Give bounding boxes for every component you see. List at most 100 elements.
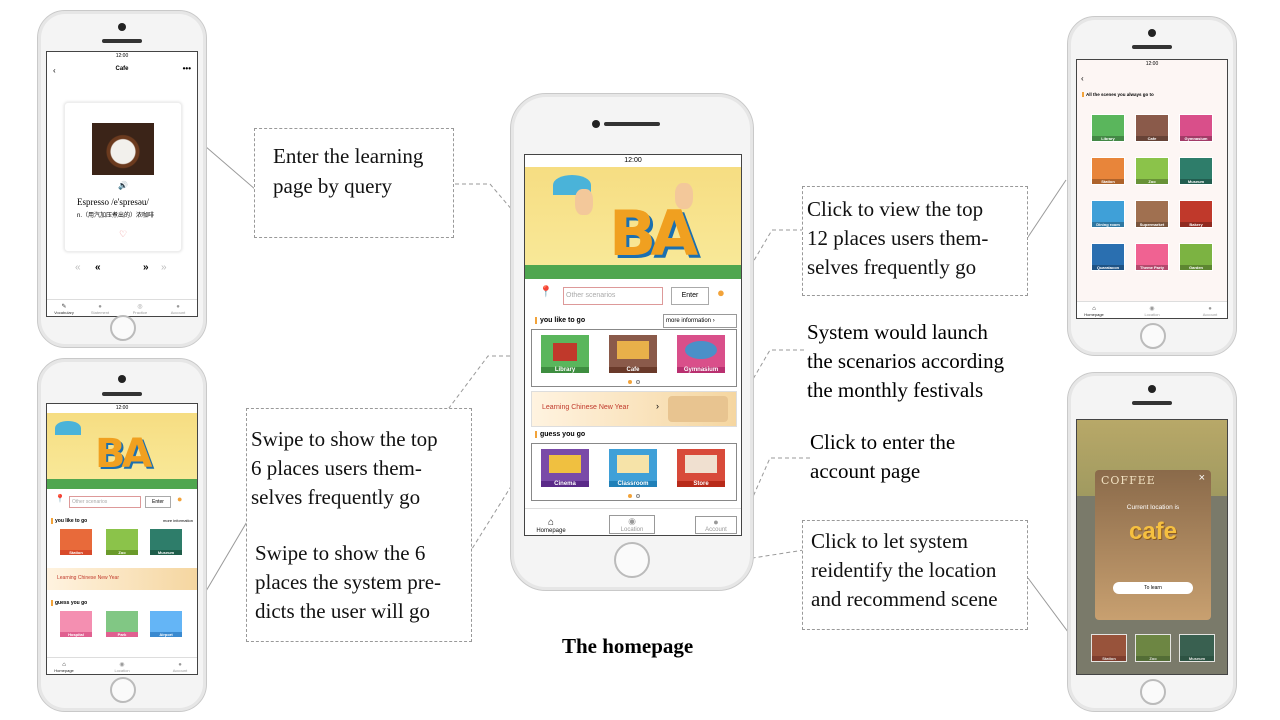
alt-home-screen: 12:00 BA 📍 Other scenarios Enter ● you l… [46,403,198,675]
scene-tile-gymnasium[interactable]: Gymnasium [1179,114,1213,142]
scene-tile-quaratacon[interactable]: Quaratacon [1091,243,1125,271]
heart-icon[interactable]: ♡ [65,229,181,240]
scene-label: Park [106,632,138,637]
scene-tile-park[interactable]: Park [105,610,139,638]
enter-button[interactable]: Enter [671,287,709,305]
search-input[interactable]: Other scenarios [69,496,141,508]
scene-tile-museum[interactable]: Museum [1179,634,1215,662]
tab-statement[interactable]: ● Statement [85,304,115,315]
home-button[interactable] [1140,679,1166,705]
carousel-dot[interactable] [636,380,640,384]
home-button[interactable] [110,315,136,341]
figure-caption: The homepage [562,634,694,658]
scene-label: Gymnasium [677,367,725,373]
festival-banner[interactable]: Learning Chinese New Year [47,568,197,590]
callout-line: Click to enter the [810,430,956,454]
scene-tile-cinema[interactable]: Cinema [540,448,590,488]
umbrella-icon [55,421,81,435]
tab-account[interactable]: ● Account [163,304,193,315]
section2-carousel[interactable]: Cinema Classroom Store [531,443,737,501]
scene-tile-zoo[interactable]: Zoo [1135,634,1171,662]
account-icon[interactable]: ● [177,494,182,504]
more-info-link[interactable]: more information [163,518,193,523]
to-learn-button[interactable]: To learn [1113,582,1193,594]
home-button[interactable] [110,677,136,703]
back-icon[interactable]: ‹ [1081,74,1084,83]
status-bar: 12:00 [1145,61,1159,67]
section1-carousel[interactable]: Library Cafe Gymnasium [531,329,737,387]
tab-account[interactable]: ● Account [165,662,195,673]
location-pin-icon[interactable]: 📍 [55,494,65,503]
scene-tile-zoo[interactable]: Zoo [105,528,139,556]
section2-title: guess you go [535,431,585,438]
tab-homepage[interactable]: ⌂ Homepage [529,517,573,534]
enter-button[interactable]: Enter [145,496,171,508]
scene-tile-station[interactable]: Station [1091,157,1125,185]
more-icon[interactable]: ••• [183,64,191,73]
more-info-link[interactable]: more information › [663,314,737,328]
festival-banner[interactable]: Learning Chinese New Year › [531,391,737,427]
scene-tile-station[interactable]: Station [59,528,93,556]
tab-practice[interactable]: ◎ Practice [125,303,155,315]
tab-account[interactable]: ● Account [695,516,737,534]
scene-tile-cafe[interactable]: Cafe [608,334,658,374]
search-input[interactable]: Other scenarios [563,287,663,305]
scene-tile-hospital[interactable]: Hospital [59,610,93,638]
scene-tile-bakery[interactable]: Bakery [1179,200,1213,228]
speaker-icon[interactable]: 🔊 [65,181,181,190]
tab-homepage[interactable]: ⌂ Homepage [49,662,79,673]
next-icon[interactable]: » [143,262,149,273]
scene-tile-gymnasium[interactable]: Gymnasium [676,334,726,374]
close-icon[interactable]: × [1199,472,1205,484]
home-button[interactable] [614,542,650,578]
callout-reidentify: Click to let system reidentify the locati… [802,520,1028,630]
scene-tile-cafe[interactable]: Cafe [1135,114,1169,142]
home-button[interactable] [1140,323,1166,349]
scene-tile-theme-party[interactable]: Theme Party [1135,243,1169,271]
scene-tile-zoo[interactable]: Zoo [1135,157,1169,185]
practice-icon: ◎ [137,304,143,310]
carousel-dot-active[interactable] [628,380,632,384]
callout-line: Swipe to show the top [251,427,438,451]
scene-label: Station [1092,656,1126,661]
first-icon[interactable]: « [75,262,81,273]
tab-vocabulary[interactable]: ✎ Vocabulary [49,303,79,315]
last-icon[interactable]: » [161,262,167,273]
scene-tile-supermarket[interactable]: Supermarket [1135,200,1169,228]
scene-tile-classroom[interactable]: Classroom [608,448,658,488]
tab-location[interactable]: ◉ Location [107,661,137,673]
camera [1148,29,1156,37]
scene-tile-library[interactable]: Library [540,334,590,374]
scene-tile-museum[interactable]: Museum [1179,157,1213,185]
status-bar: 12:00 [624,157,642,164]
scene-tile-station[interactable]: Station [1091,634,1127,662]
prev-icon[interactable]: « [95,262,101,273]
tab-label: Vocabulary [54,310,74,315]
location-pin-icon[interactable]: 📍 [539,285,553,298]
festival-label: Learning Chinese New Year [542,404,629,411]
scene-tile-garden[interactable]: Garden [1179,243,1213,271]
scene-tile-museum[interactable]: Museum [149,528,183,556]
callout-line: System would launch [807,320,988,344]
tab-account[interactable]: ● Account [1195,306,1225,317]
speaker [1132,401,1172,405]
cafe-icon [617,341,649,359]
scene-tile-store[interactable]: Store [676,448,726,488]
scene-tile-library[interactable]: Library [1091,114,1125,142]
camera [592,120,600,128]
carousel-dot-active[interactable] [628,494,632,498]
carousel-dot[interactable] [636,494,640,498]
section2-title: guess you go [51,600,87,606]
scene-label: Library [1092,136,1124,141]
scene-tile-airport[interactable]: Airport [149,610,183,638]
tab-bar: ⌂ Homepage ◉ Location ● Account [47,657,197,674]
tab-location[interactable]: ◉ Location [609,515,655,534]
home-screen: 12:00 BA 📍 Other scenarios Enter ● you l… [524,154,742,536]
account-icon[interactable]: ● [717,285,725,300]
location-icon: ◉ [119,662,125,668]
scene-tile-dining-room[interactable]: Dining room [1091,200,1125,228]
tab-location[interactable]: ◉ Location [1137,305,1167,317]
word-line: Espresso /e'spresəu/ [77,197,149,207]
tab-homepage[interactable]: ⌂ Homepage [1079,306,1109,317]
learning-page-phone: 12:00 ‹ Cafe ••• 🔊 Espresso /e'spresəu/ … [37,10,207,348]
